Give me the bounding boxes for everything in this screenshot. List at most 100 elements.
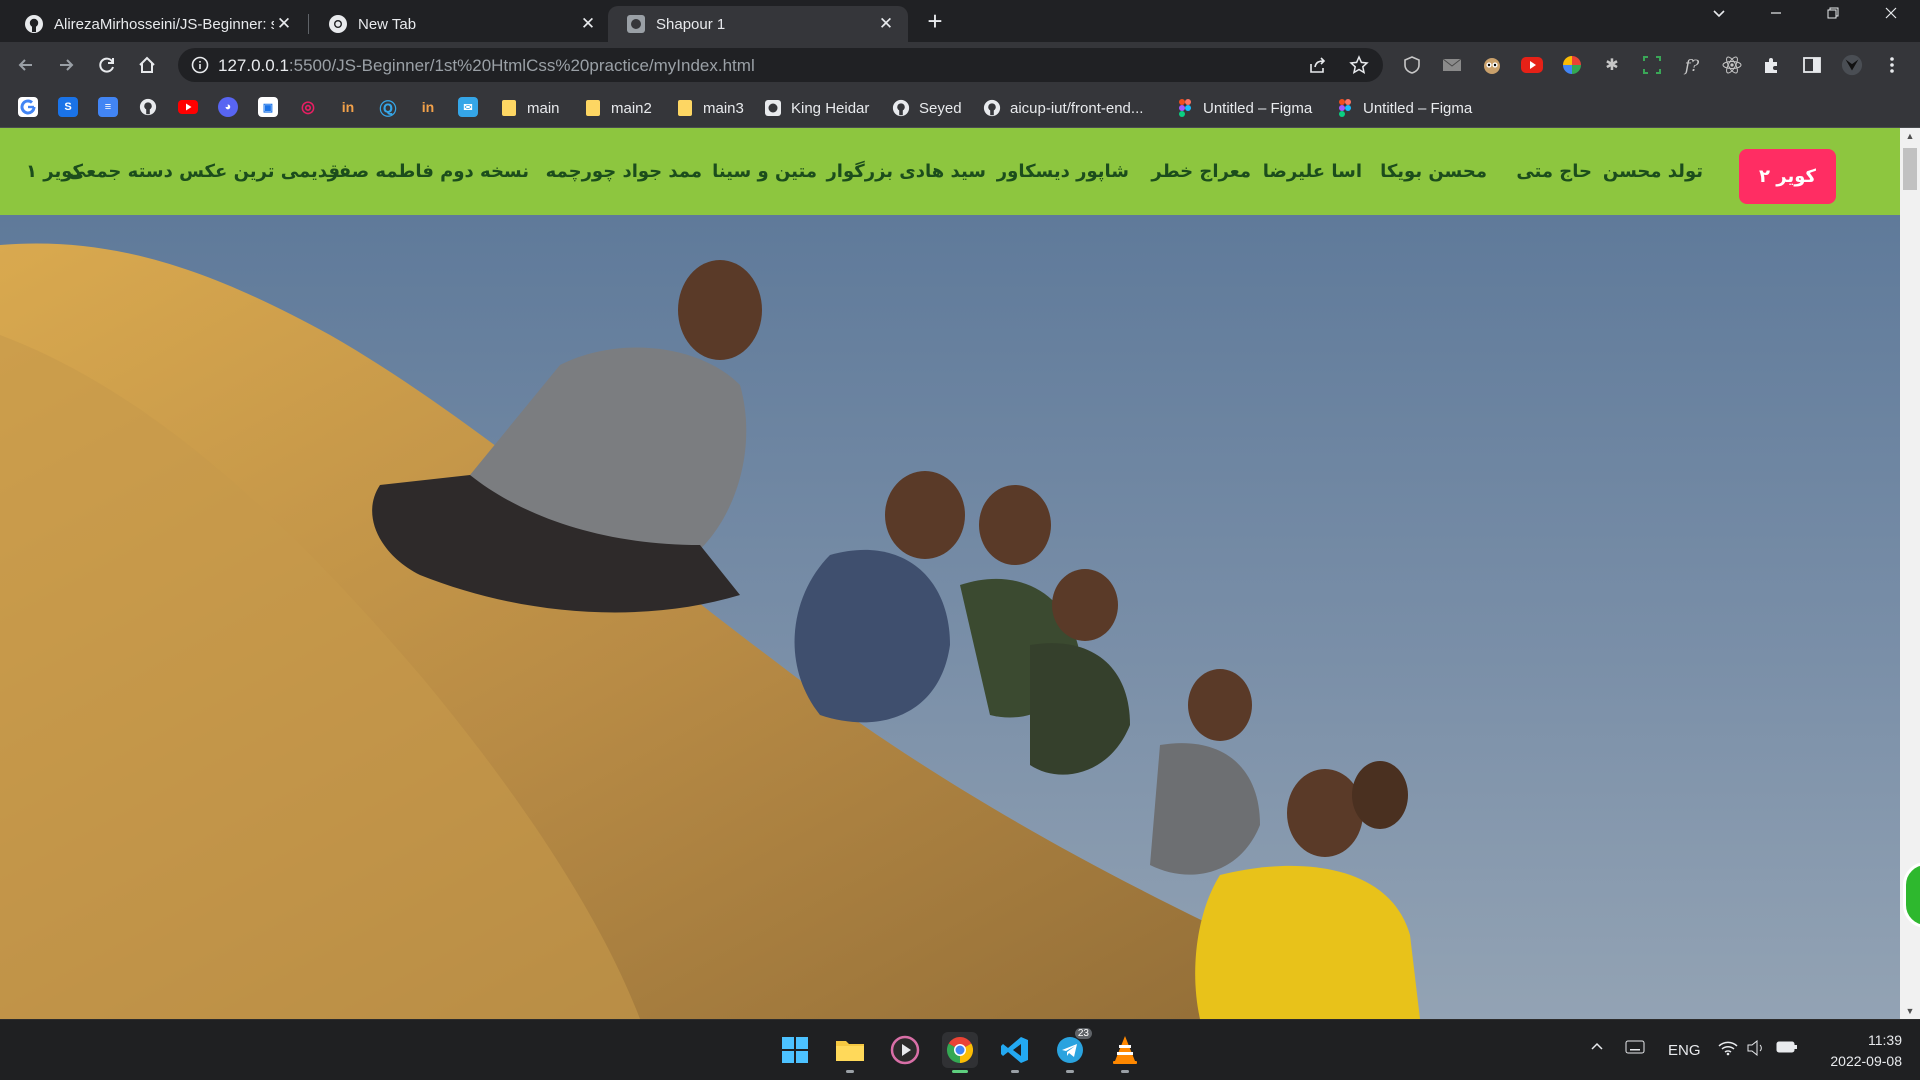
side-panel-icon[interactable] <box>1801 54 1823 76</box>
vscode-button[interactable] <box>997 1032 1033 1073</box>
home-button[interactable] <box>133 51 161 79</box>
nav-link[interactable]: نسخه دوم فاطمه صفر <box>328 128 529 215</box>
linkedin-learning-bookmark-icon-2[interactable]: in <box>418 97 438 117</box>
vlc-button[interactable] <box>1107 1032 1143 1073</box>
forward-button[interactable] <box>52 51 80 79</box>
owl-extension-icon[interactable] <box>1481 54 1503 76</box>
bookmark-seyed[interactable]: Seyed <box>892 96 962 120</box>
app-bookmark-icon[interactable]: ▣ <box>258 97 278 117</box>
bookmark-figma-2[interactable]: Untitled – Figma <box>1336 96 1472 120</box>
keyboard-icon[interactable] <box>1625 1040 1645 1058</box>
chrome-icon <box>946 1036 974 1064</box>
nav-link[interactable]: محسن بویکا <box>1380 128 1487 215</box>
bookmark-star-icon[interactable] <box>1349 55 1369 75</box>
bookmark-aicup[interactable]: aicup-iut/front-end... <box>983 96 1143 120</box>
tab-github[interactable]: AlirezaMirhosseini/JS-Beginner: s ✕ <box>6 6 306 42</box>
file-explorer-button[interactable] <box>832 1032 868 1073</box>
url-host: 127.0.0.1 <box>218 56 289 75</box>
nav-link[interactable]: اسا علیرضا <box>1263 128 1362 215</box>
close-window-icon[interactable] <box>1876 4 1906 25</box>
battery-icon[interactable] <box>1776 1040 1798 1058</box>
telegram-button[interactable]: 23 <box>1052 1028 1092 1073</box>
github-bookmark-icon[interactable] <box>138 97 158 117</box>
discord-bookmark-icon[interactable]: ◕ <box>218 97 238 117</box>
scroll-down-arrow-icon[interactable]: ▼ <box>1900 1003 1920 1019</box>
figma-icon <box>1336 99 1354 117</box>
screenshot-extension-icon[interactable] <box>1641 54 1663 76</box>
sheets-bookmark-icon[interactable]: S <box>58 97 78 117</box>
scrollbar-thumb[interactable] <box>1903 148 1917 190</box>
back-arrow-icon <box>18 59 32 71</box>
url-text[interactable]: 127.0.0.1:5500/JS-Beginner/1st%20HtmlCss… <box>218 56 755 76</box>
nav-link[interactable]: معراج خطر <box>1151 128 1251 215</box>
profile-avatar[interactable] <box>1841 54 1863 76</box>
docs-bookmark-icon[interactable]: ≡ <box>98 97 118 117</box>
nav-link[interactable]: متین و سینا <box>712 128 817 215</box>
nav-link-kavir-2-active[interactable]: کویر ۲ <box>1739 149 1836 204</box>
forward-arrow-icon <box>60 59 74 71</box>
scroll-up-arrow-icon[interactable]: ▲ <box>1900 128 1920 144</box>
show-hidden-icons-chevron[interactable] <box>1590 1040 1604 1058</box>
mail-extension-icon[interactable] <box>1441 54 1463 76</box>
bookmark-main2[interactable]: main2 <box>584 96 652 120</box>
bookmark-label: King Heidar <box>791 99 870 117</box>
windows-taskbar: 23 ENG 11:39 2022-09-08 <box>0 1019 1920 1080</box>
nav-link[interactable]: تولد محسن <box>1603 128 1703 215</box>
vscode-icon <box>1001 1037 1028 1063</box>
nav-link[interactable]: ممد جواد چورچمه <box>546 128 702 215</box>
wifi-icon[interactable] <box>1718 1040 1738 1060</box>
chrome-taskbar-button[interactable] <box>942 1032 978 1073</box>
start-button[interactable] <box>777 1032 813 1068</box>
back-button[interactable] <box>12 51 40 79</box>
youtube-extension-icon[interactable] <box>1521 54 1543 76</box>
shield-extension-icon[interactable] <box>1401 54 1423 76</box>
color-picker-extension-icon[interactable] <box>1561 54 1583 76</box>
font-finder-extension-icon[interactable]: f? <box>1681 54 1703 76</box>
language-indicator[interactable]: ENG <box>1668 1042 1701 1059</box>
share-icon[interactable] <box>1308 55 1328 75</box>
nav-link[interactable]: سید هادی بزرگوار <box>826 128 986 215</box>
gear-extension-icon[interactable]: ✱ <box>1601 54 1623 76</box>
mail-bookmark-icon[interactable]: ✉ <box>458 97 478 117</box>
bookmark-figma-1[interactable]: Untitled – Figma <box>1176 96 1312 120</box>
minimize-icon[interactable] <box>1761 4 1791 25</box>
restore-icon[interactable] <box>1818 4 1848 25</box>
google-bookmark-icon[interactable] <box>18 97 38 117</box>
folder-icon <box>584 99 602 117</box>
nav-link[interactable]: کویر ۱ <box>26 128 83 215</box>
close-tab-icon[interactable]: ✕ <box>578 14 598 34</box>
bookmark-king-heidar[interactable]: King Heidar <box>764 96 869 120</box>
clock[interactable]: 11:39 2022-09-08 <box>1830 1030 1902 1072</box>
linkedin-learning-bookmark-icon[interactable]: in <box>338 97 358 117</box>
tab-search-chevron-icon[interactable] <box>1704 4 1734 25</box>
fingerprint-bookmark-icon[interactable]: ◎ <box>298 97 318 117</box>
tab-shapour[interactable]: Shapour 1 ✕ <box>608 6 908 42</box>
chrome-icon <box>328 14 348 34</box>
bookmark-main3[interactable]: main3 <box>676 96 744 120</box>
running-indicator <box>1121 1070 1129 1073</box>
site-info-icon[interactable] <box>190 55 210 75</box>
youtube-bookmark-icon[interactable] <box>178 97 198 117</box>
extensions-puzzle-icon[interactable] <box>1761 54 1783 76</box>
search-app-bookmark-icon[interactable]: Ⓠ <box>378 97 398 119</box>
media-player-button[interactable] <box>887 1032 923 1068</box>
tab-strip: AlirezaMirhosseini/JS-Beginner: s ✕ New … <box>0 0 1920 42</box>
github-icon <box>892 99 910 117</box>
bookmark-label: main3 <box>703 99 744 117</box>
volume-icon[interactable] <box>1746 1039 1766 1060</box>
close-tab-icon[interactable]: ✕ <box>274 14 294 34</box>
nav-link[interactable]: شاپور دیسکاور <box>997 128 1129 215</box>
nav-link[interactable]: قدیمی ترین عکس دسته جمعی <box>68 128 340 215</box>
bookmark-main[interactable]: main <box>500 96 560 120</box>
running-indicator <box>846 1070 854 1073</box>
site-navbar: کویر ۲ تولد محسن حاج متی محسن بویکا اسا … <box>0 128 1900 215</box>
react-devtools-extension-icon[interactable] <box>1721 54 1743 76</box>
unread-badge: 23 <box>1074 1028 1092 1039</box>
address-bar[interactable]: 127.0.0.1:5500/JS-Beginner/1st%20HtmlCss… <box>178 48 1383 82</box>
nav-link[interactable]: حاج متی <box>1516 128 1592 215</box>
new-tab-button[interactable]: + <box>921 8 949 36</box>
chrome-menu-icon[interactable] <box>1881 54 1903 76</box>
close-tab-icon[interactable]: ✕ <box>876 14 896 34</box>
reload-button[interactable] <box>93 51 121 79</box>
tab-new-tab[interactable]: New Tab ✕ <box>310 6 610 42</box>
